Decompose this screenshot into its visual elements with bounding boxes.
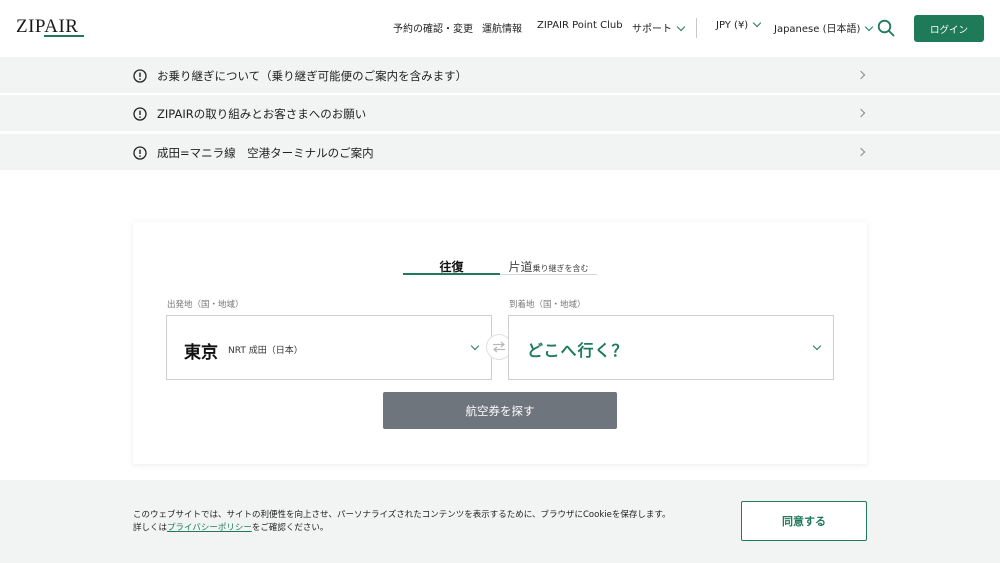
chevron-right-icon bbox=[856, 147, 866, 157]
login-button[interactable]: ログイン bbox=[914, 15, 984, 42]
tab-divider-line bbox=[500, 274, 597, 275]
search-flights-button[interactable]: 航空券を探す bbox=[383, 392, 617, 429]
flight-search-card: 往復 片道乗り継ぎを含む 出発地（国・地域） 東京 NRT 成田（日本） 到着地… bbox=[133, 222, 867, 464]
cookie-banner: このウェブサイトでは、サイトの利便性を向上させ、パーソナライズされたコンテンツを… bbox=[0, 480, 1000, 563]
tab-one-way-note: 乗り継ぎを含む bbox=[532, 264, 589, 273]
logo-underline bbox=[44, 35, 84, 37]
nav-flight-status[interactable]: 運航情報 bbox=[482, 20, 522, 35]
chevron-down-icon bbox=[812, 341, 822, 351]
nav-divider bbox=[696, 18, 697, 38]
nav-support[interactable]: サポート bbox=[632, 20, 686, 35]
search-icon[interactable] bbox=[877, 19, 895, 37]
chevron-down-icon bbox=[676, 22, 686, 32]
notice-item[interactable]: ZIPAIRの取り組みとお客さまへのお願い bbox=[0, 94, 1000, 131]
cookie-text: このウェブサイトでは、サイトの利便性を向上させ、パーソナライズされたコンテンツを… bbox=[133, 509, 671, 535]
nav-support-label: サポート bbox=[632, 24, 672, 35]
site-header: ZIPAIR 予約の確認・変更 運航情報 ZIPAIR Point Club サ… bbox=[0, 0, 1000, 56]
cookie-line-1: このウェブサイトでは、サイトの利便性を向上させ、パーソナライズされたコンテンツを… bbox=[133, 510, 671, 520]
to-placeholder: どこへ行く？ bbox=[527, 341, 629, 360]
nav-manage-booking[interactable]: 予約の確認・変更 bbox=[393, 20, 473, 35]
from-airport-detail: NRT 成田（日本） bbox=[228, 346, 303, 356]
chevron-down-icon bbox=[752, 18, 762, 28]
chevron-down-icon bbox=[470, 341, 480, 351]
chevron-down-icon bbox=[865, 22, 874, 32]
currency-selector[interactable]: JPY (¥) bbox=[716, 18, 762, 31]
notice-text: ZIPAIRの取り組みとお客さまへのお願い bbox=[157, 107, 367, 121]
from-field-label: 出発地（国・地域） bbox=[167, 300, 244, 310]
to-airport-select[interactable]: どこへ行く？ bbox=[508, 315, 834, 380]
alert-circle-icon bbox=[133, 107, 147, 121]
notice-item[interactable]: 成田=マニラ線 空港ターミナルのご案内 bbox=[0, 133, 1000, 170]
notice-item[interactable]: お乗り継ぎについて（乗り継ぎ可能便のご案内を含みます） bbox=[0, 56, 1000, 93]
chevron-right-icon bbox=[856, 108, 866, 118]
alert-circle-icon bbox=[133, 69, 147, 83]
tab-one-way[interactable]: 片道乗り継ぎを含む bbox=[500, 258, 597, 275]
privacy-policy-link[interactable]: プライバシーポリシー bbox=[167, 523, 252, 533]
language-selector[interactable]: Japanese (日本語) bbox=[774, 20, 874, 35]
cookie-agree-button[interactable]: 同意する bbox=[741, 501, 867, 541]
notice-text: 成田=マニラ線 空港ターミナルのご案内 bbox=[157, 146, 374, 160]
cookie-line-2-suffix: をご確認ください。 bbox=[251, 523, 329, 533]
active-tab-indicator bbox=[403, 273, 500, 275]
language-label: Japanese (日本語) bbox=[774, 24, 861, 35]
nav-point-club[interactable]: ZIPAIR Point Club bbox=[537, 20, 623, 31]
currency-label: JPY (¥) bbox=[716, 20, 749, 31]
alert-circle-icon bbox=[133, 146, 147, 160]
from-city: 東京 bbox=[184, 343, 218, 363]
tab-one-way-label: 片道 bbox=[508, 260, 533, 274]
swap-arrows-icon bbox=[493, 341, 505, 353]
notice-text: お乗り継ぎについて（乗り継ぎ可能便のご案内を含みます） bbox=[157, 69, 468, 83]
cookie-line-2: 詳しくはプライバシーポリシーをご確認ください。 bbox=[133, 522, 671, 535]
to-field-label: 到着地（国・地域） bbox=[509, 300, 586, 310]
from-airport-select[interactable]: 東京 NRT 成田（日本） bbox=[166, 315, 492, 380]
chevron-right-icon bbox=[856, 70, 866, 80]
cookie-line-2-prefix: 詳しくは bbox=[133, 523, 168, 533]
